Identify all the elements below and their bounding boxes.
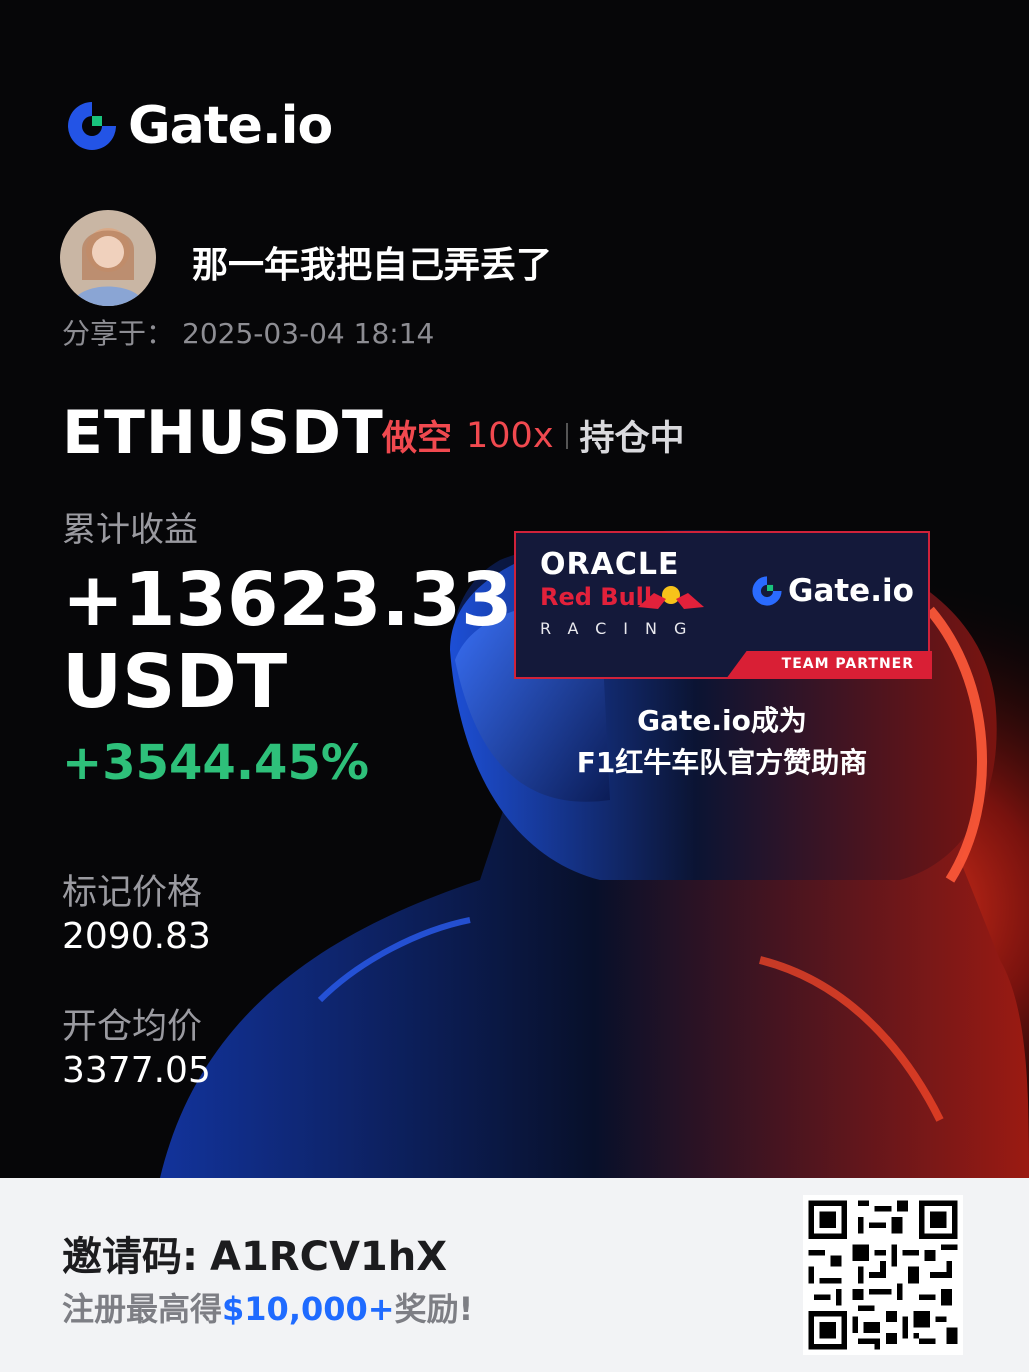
share-timestamp: 2025-03-04 18:14 <box>182 317 435 350</box>
gate-logo: Gate.io <box>64 96 333 156</box>
position-tags: 做空 100x 持仓中 <box>382 410 685 461</box>
position-status: 持仓中 <box>579 419 685 459</box>
reward-suffix: 奖励! <box>394 1290 474 1328</box>
share-label: 分享于： <box>62 317 175 350</box>
divider <box>565 422 568 449</box>
sponsor-caption-line2: F1红牛车队官方赞助商 <box>576 746 868 779</box>
share-time: 分享于： 2025-03-04 18:14 <box>62 312 434 352</box>
pnl-percent: +3544.45% <box>62 735 369 791</box>
reward-text: 注册最高得$10,000+奖励! <box>62 1284 473 1330</box>
direction-badge: 做空 <box>382 419 453 459</box>
team-partner-banner: ORACLE Red Bull RACING Gate.io TEAM PART… <box>514 531 932 679</box>
reward-amount: $10,000+ <box>222 1290 395 1328</box>
pnl-label: 累计收益 <box>62 510 198 550</box>
entry-price-value: 3377.05 <box>62 1050 211 1091</box>
sponsor-caption: Gate.io成为 F1红牛车队官方赞助商 <box>540 700 904 784</box>
trading-pair: ETHUSDT <box>62 398 384 468</box>
invite-code-value[interactable]: A1RCV1hX <box>210 1234 447 1280</box>
racing-text: RACING <box>540 619 704 638</box>
mark-price-value: 2090.83 <box>62 916 211 957</box>
team-partner-text: TEAM PARTNER <box>781 656 914 672</box>
qr-code[interactable] <box>803 1195 963 1355</box>
username: 那一年我把自己弄丢了 <box>192 245 553 286</box>
oracle-logo-text: ORACLE <box>540 547 680 582</box>
gate-logo-text: Gate.io <box>128 96 333 156</box>
avatar <box>60 210 156 306</box>
entry-price-label: 开仓均价 <box>62 1007 203 1047</box>
invite-code: 邀请码: A1RCV1hX <box>62 1224 447 1282</box>
banner-gate-logo: Gate.io <box>750 573 914 609</box>
redbull-bulls-icon <box>638 586 704 609</box>
pnl-currency: USDT <box>62 639 288 725</box>
pnl-amount: +13623.33 <box>62 557 513 643</box>
gate-logo-icon <box>752 576 782 606</box>
sponsor-caption-line1: Gate.io成为 <box>637 704 807 737</box>
gate-logo-icon <box>68 102 116 150</box>
leverage-badge: 100x <box>466 415 554 456</box>
team-partner-tag: TEAM PARTNER <box>726 651 932 679</box>
mark-price-label: 标记价格 <box>62 873 203 913</box>
banner-gate-logo-text: Gate.io <box>788 573 914 609</box>
invite-code-label: 邀请码: <box>62 1234 198 1280</box>
avatar-image <box>60 210 156 306</box>
reward-prefix: 注册最高得 <box>62 1290 223 1328</box>
share-card: Gate.io 那一年我把自己弄丢了 分享于： 2025-03-04 18:14 … <box>0 0 1029 1372</box>
